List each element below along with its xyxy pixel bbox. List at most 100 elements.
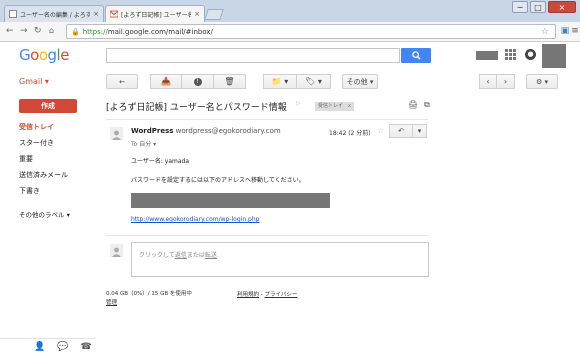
tab-close-icon[interactable]: × (93, 10, 99, 18)
quick-reply-box[interactable]: クリックして返信または転送 (131, 242, 429, 277)
search-icon (411, 51, 421, 60)
gmail-favicon-icon (109, 10, 119, 18)
important-marker-icon[interactable]: ▷ (296, 100, 301, 107)
reply-link[interactable]: 返信 (175, 252, 187, 259)
gmail-app-switcher[interactable]: Gmail ▾ (19, 77, 49, 86)
reply-icon: ↶ (398, 127, 404, 135)
browser-titlebar: ユーザー名の編集 / よろず日記 × [よろず日記帳] ユーザー名と × − □… (0, 0, 580, 22)
search-input[interactable] (106, 48, 400, 63)
move-to-button[interactable]: 📁 ▾ (263, 74, 297, 89)
notifications-icon[interactable]: ● (525, 49, 536, 60)
sidebar-item-starred[interactable]: スター付き (19, 138, 54, 148)
new-tab-button[interactable] (204, 9, 224, 20)
minimize-button[interactable]: − (512, 1, 528, 13)
person-icon (112, 130, 121, 140)
logo-letter: o (38, 46, 48, 64)
reply-button[interactable]: ↶ (389, 124, 413, 138)
compose-button[interactable]: 作成 (19, 99, 77, 113)
page-icon (9, 10, 17, 18)
contacts-icon[interactable]: 👤 (34, 342, 45, 352)
lock-icon: 🔒 (71, 27, 80, 36)
back-arrow-icon[interactable]: ← (6, 26, 14, 36)
settings-button[interactable]: ⚙ ▾ (526, 74, 558, 89)
trash-icon: 🗑 (224, 77, 235, 86)
forward-arrow-icon[interactable]: → (20, 26, 28, 36)
bookmark-star-icon[interactable]: ☆ (541, 27, 549, 37)
terms-link[interactable]: 利用規約 (237, 292, 259, 298)
label-button-group: 📁 ▾ 🏷 ▾ (263, 74, 331, 89)
archive-button[interactable]: 📥 (150, 74, 182, 89)
storage-info: 0.04 GB（0%）/ 15 GB を使用中 管理 (106, 290, 192, 308)
print-icon[interactable]: 🖨 (408, 100, 418, 109)
newer-button[interactable]: ‹ (479, 74, 497, 89)
older-button[interactable]: › (497, 74, 515, 89)
delete-button[interactable]: 🗑 (214, 74, 246, 89)
google-logo[interactable]: Google (19, 46, 69, 64)
remove-label-icon[interactable]: x (348, 103, 351, 109)
body-username: ユーザー名: yamada (131, 158, 190, 165)
reply-prompt-prefix: クリックして (139, 252, 175, 259)
address-bar[interactable]: 🔒 https:// mail.google.com/mail/#inbox/ … (66, 24, 556, 39)
new-window-icon[interactable]: ⧉ (424, 100, 430, 110)
pager-group: ‹ › (479, 74, 515, 89)
sidebar-item-important[interactable]: 重要 (19, 154, 33, 164)
tag-icon: 🏷 ▾ (305, 77, 322, 86)
redacted-block (131, 193, 330, 208)
sender-line: WordPress wordpress@egokorodiary.com (131, 127, 281, 135)
reload-icon[interactable]: ↻ (34, 26, 42, 36)
hangouts-footer: 👤 💬 ☎ (34, 342, 92, 352)
sender-email: wordpress@egokorodiary.com (175, 127, 281, 135)
forward-link[interactable]: 転送 (205, 252, 217, 259)
sender-avatar (110, 127, 123, 140)
sidebar-item-drafts[interactable]: 下書き (19, 186, 40, 196)
labels-button[interactable]: 🏷 ▾ (297, 74, 331, 89)
recipient-details-toggle[interactable]: To 自分 ▾ (131, 139, 156, 148)
storage-usage: 0.04 GB（0%）/ 15 GB を使用中 (106, 291, 192, 297)
tab-title: [よろず日記帳] ユーザー名と (121, 11, 192, 19)
account-name-redacted[interactable] (476, 51, 498, 60)
chevron-down-icon: ▾ (417, 127, 422, 135)
chevron-right-icon: › (503, 77, 508, 86)
star-icon[interactable]: ☆ (377, 126, 384, 135)
extension-icon[interactable]: ▣ (560, 26, 570, 36)
archive-icon: 📥 (161, 77, 171, 86)
hangouts-icon[interactable]: 💬 (57, 342, 68, 352)
privacy-link[interactable]: プライバシー (265, 292, 298, 298)
more-options-button[interactable]: ▾ (413, 124, 427, 138)
footer-links: 利用規約 - プライバシー (237, 290, 297, 298)
menu-icon[interactable]: ≡ (570, 26, 580, 36)
logo-letter: g (47, 46, 58, 64)
sidebar-divider (0, 338, 96, 339)
logo-letter: G (19, 46, 31, 64)
maximize-button[interactable]: □ (530, 1, 546, 13)
apps-grid-icon[interactable] (505, 49, 516, 60)
spam-icon: ! (193, 77, 202, 86)
thread-subject: [よろず日記帳] ユーザー名とパスワード情報 (106, 103, 287, 113)
close-window-button[interactable]: × (548, 1, 576, 13)
avatar[interactable] (542, 44, 566, 68)
report-spam-button[interactable]: ! (182, 74, 214, 89)
inbox-label-chip: 受信トレイ x (315, 102, 354, 111)
back-to-inbox-button[interactable]: ← (106, 74, 138, 89)
chevron-left-icon: ‹ (486, 77, 490, 86)
home-icon[interactable]: ⌂ (49, 26, 54, 35)
sidebar-item-inbox[interactable]: 受信トレイ (19, 122, 54, 132)
sidebar-item-more-labels[interactable]: その他のラベル ▾ (19, 209, 70, 219)
person-icon (112, 247, 121, 257)
manage-storage-link[interactable]: 管理 (106, 299, 192, 308)
phone-icon[interactable]: ☎ (80, 342, 91, 352)
search-button[interactable] (401, 48, 431, 63)
tab-close-icon[interactable]: × (194, 10, 200, 18)
header-divider (106, 119, 428, 120)
sidebar-item-sent[interactable]: 送信済みメール (19, 170, 68, 180)
tab-gmail[interactable]: [よろず日記帳] ユーザー名と × (105, 5, 205, 22)
tab-edit-username[interactable]: ユーザー名の編集 / よろず日記 × (4, 5, 104, 22)
message-divider (106, 235, 428, 236)
login-link[interactable]: http://www.egokorodiary.com/wp-login.php (131, 216, 259, 223)
label-chip-text: 受信トレイ (318, 103, 344, 109)
sender-name[interactable]: WordPress (131, 127, 173, 135)
logo-letter: o (30, 46, 39, 64)
tab-title: ユーザー名の編集 / よろず日記 (20, 11, 91, 19)
folder-icon: 📁 ▾ (271, 77, 289, 86)
more-button[interactable]: その他 ▾ (342, 74, 378, 89)
